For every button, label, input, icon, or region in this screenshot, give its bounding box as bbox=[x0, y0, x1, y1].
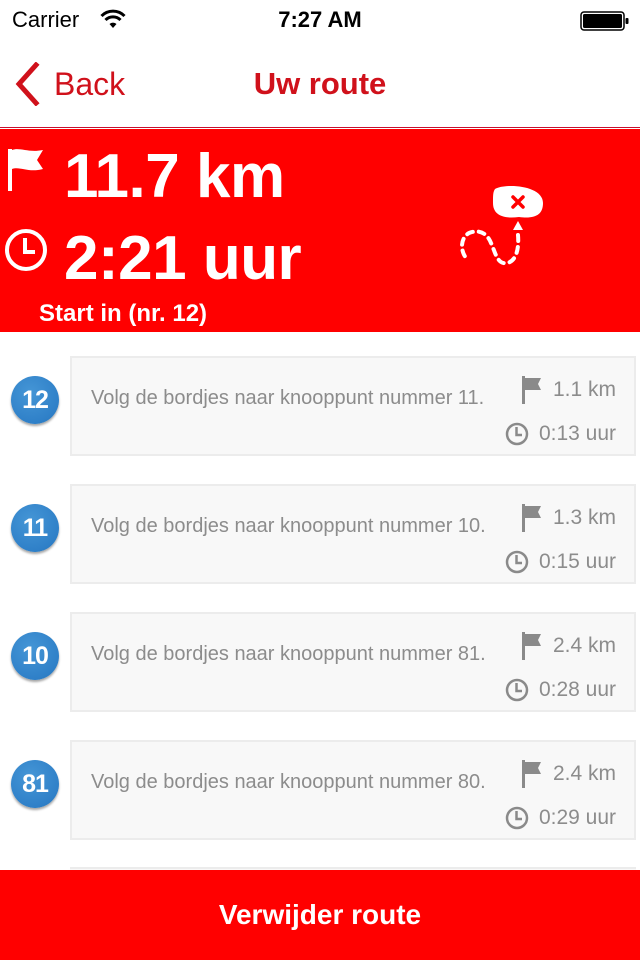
list-item: 81 Volg de bordjes naar knooppunt nummer… bbox=[0, 740, 640, 840]
leg-duration-row: 0:28 uur bbox=[505, 678, 616, 702]
route-legs-list[interactable]: 12 Volg de bordjes naar knooppunt nummer… bbox=[0, 332, 640, 870]
clock-icon bbox=[5, 229, 47, 271]
leg-card[interactable]: Volg de bordjes naar knooppunt nummer 10… bbox=[70, 484, 636, 584]
clock-icon bbox=[505, 806, 529, 830]
status-bar: Carrier 7:27 AM bbox=[0, 0, 640, 40]
leg-duration: 0:15 uur bbox=[538, 550, 616, 573]
leg-instruction: Volg de bordjes naar knooppunt nummer 10… bbox=[91, 515, 486, 537]
battery-icon bbox=[580, 11, 629, 31]
total-distance: 11.7 km bbox=[64, 142, 285, 211]
node-badge: 11 bbox=[11, 504, 59, 552]
node-badge: 10 bbox=[11, 632, 59, 680]
list-item: 11 Volg de bordjes naar knooppunt nummer… bbox=[0, 484, 640, 584]
flag-icon bbox=[8, 149, 43, 191]
leg-distance: 2.4 km bbox=[552, 634, 616, 657]
leg-distance-row: 1.1 km bbox=[521, 376, 616, 404]
leg-duration: 0:29 uur bbox=[538, 806, 616, 829]
leg-duration-row: 0:13 uur bbox=[505, 422, 616, 446]
leg-instruction: Volg de bordjes naar knooppunt nummer 81… bbox=[91, 643, 486, 665]
clock-icon bbox=[505, 678, 529, 702]
leg-distance: 2.4 km bbox=[552, 762, 616, 785]
leg-duration: 0:28 uur bbox=[538, 678, 616, 701]
leg-distance-row: 2.4 km bbox=[521, 632, 616, 660]
leg-distance-row: 1.3 km bbox=[521, 504, 616, 532]
leg-instruction: Volg de bordjes naar knooppunt nummer 11… bbox=[91, 387, 485, 409]
list-item: 10 Volg de bordjes naar knooppunt nummer… bbox=[0, 612, 640, 712]
clock-icon bbox=[505, 422, 529, 446]
leg-distance: 1.3 km bbox=[552, 506, 616, 529]
start-point-label: Start in (nr. 12) bbox=[39, 300, 208, 327]
flag-icon bbox=[521, 760, 541, 788]
leg-card[interactable]: Volg de bordjes naar knooppunt nummer 80… bbox=[70, 740, 636, 840]
leg-distance: 1.1 km bbox=[552, 378, 616, 401]
leg-duration-row: 0:15 uur bbox=[505, 550, 616, 574]
leg-duration: 0:13 uur bbox=[538, 422, 616, 445]
status-time: 7:27 AM bbox=[278, 7, 362, 32]
flag-icon bbox=[521, 632, 541, 660]
node-badge: 12 bbox=[11, 376, 59, 424]
leg-instruction: Volg de bordjes naar knooppunt nummer 80… bbox=[91, 771, 486, 793]
clock-icon bbox=[505, 550, 529, 574]
leg-card[interactable]: Volg de bordjes naar knooppunt nummer 81… bbox=[70, 612, 636, 712]
list-item: 12 Volg de bordjes naar knooppunt nummer… bbox=[0, 356, 640, 456]
node-badge: 81 bbox=[11, 760, 59, 808]
flag-icon bbox=[521, 504, 541, 532]
route-summary: 11.7 km 2:21 uur Start in (nr. 12) bbox=[0, 129, 640, 332]
flag-icon bbox=[521, 376, 541, 404]
page-title: Uw route bbox=[253, 66, 387, 101]
leg-duration-row: 0:29 uur bbox=[505, 806, 616, 830]
navigation-bar: Back Uw route bbox=[0, 40, 640, 128]
route-with-delete-marker-icon[interactable] bbox=[455, 185, 550, 275]
delete-route-button[interactable]: Verwijder route bbox=[0, 870, 640, 960]
leg-card[interactable]: Volg de bordjes naar knooppunt nummer 11… bbox=[70, 356, 636, 456]
total-duration: 2:21 uur bbox=[64, 224, 302, 293]
leg-distance-row: 2.4 km bbox=[521, 760, 616, 788]
